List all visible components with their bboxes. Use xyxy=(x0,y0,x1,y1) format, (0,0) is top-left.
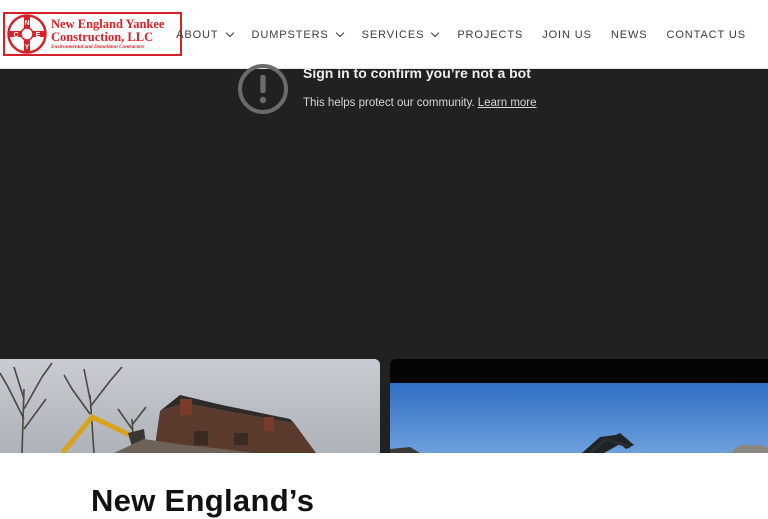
nav-label: ABOUT xyxy=(176,28,219,41)
logo-line-2: Construction, LLC xyxy=(51,29,154,44)
intro-section: New England’s xyxy=(0,453,768,518)
nav-label: JOIN US xyxy=(542,28,592,41)
nav-item-projects[interactable]: PROJECTS xyxy=(457,29,523,41)
nav-item-contact-us[interactable]: CONTACT US xyxy=(667,29,747,41)
section-headline: New England’s xyxy=(91,483,315,518)
project-card-demolition[interactable] xyxy=(0,359,380,453)
emblem-letter-n: N xyxy=(24,20,29,27)
project-card-excavator[interactable] xyxy=(390,359,768,453)
site-header: N E Y C New England Yankee Construction,… xyxy=(0,0,768,69)
nav-label: NEWS xyxy=(610,28,648,41)
bot-check-text: This helps protect our community. xyxy=(303,97,475,109)
nav-label: DUMPSTERS xyxy=(251,28,329,41)
chevron-down-icon xyxy=(335,28,344,38)
main-nav: ABOUT DUMPSTERS SERVICES PROJECTS JOIN U… xyxy=(157,0,746,69)
bot-check-subtitle: This helps protect our community. Learn m… xyxy=(303,97,537,109)
nav-label: SERVICES xyxy=(361,28,425,41)
nav-item-dumpsters[interactable]: DUMPSTERS xyxy=(251,28,344,41)
logo-line-1: New England Yankee xyxy=(51,16,165,31)
nav-item-about[interactable]: ABOUT xyxy=(176,28,234,41)
excavator-blue-sky-photo xyxy=(390,359,768,453)
nav-item-services[interactable]: SERVICES xyxy=(361,28,440,41)
learn-more-link[interactable]: Learn more xyxy=(478,97,537,109)
emblem-letter-c: C xyxy=(13,32,18,39)
chevron-down-icon xyxy=(225,28,234,38)
project-cards xyxy=(0,359,768,453)
emblem-letter-e: E xyxy=(36,32,41,39)
nav-label: CONTACT US xyxy=(666,28,746,41)
nav-label: PROJECTS xyxy=(457,28,524,41)
video-embed[interactable]: Sign in to confirm you’re not a bot This… xyxy=(0,64,768,360)
logo-emblem-icon: N E Y C xyxy=(7,14,47,54)
logo-tagline: Environmental and Demolition Contractors xyxy=(51,43,145,50)
chevron-down-icon xyxy=(431,28,440,38)
nav-item-news[interactable]: NEWS xyxy=(611,29,648,41)
nav-item-join-us[interactable]: JOIN US xyxy=(542,29,592,41)
logo-text: New England Yankee Construction, LLC Env… xyxy=(51,16,165,51)
bot-check-title: Sign in to confirm you’re not a bot xyxy=(303,65,531,81)
emblem-letter-y: Y xyxy=(25,44,30,51)
demolition-house-photo xyxy=(0,359,380,453)
company-logo[interactable]: N E Y C New England Yankee Construction,… xyxy=(3,12,182,56)
alert-circle-icon xyxy=(238,64,288,114)
